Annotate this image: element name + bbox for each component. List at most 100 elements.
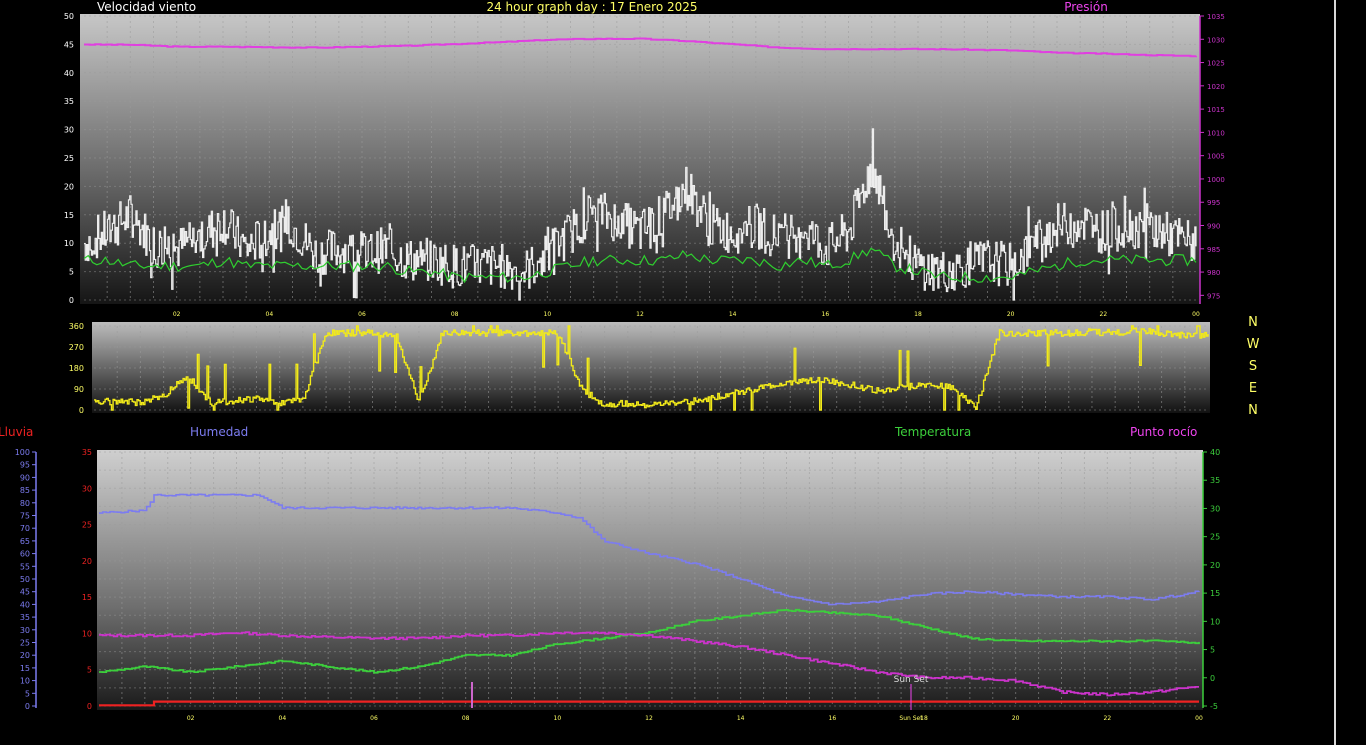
wind-tick-label: 35: [64, 97, 74, 106]
compass-label: N: [1248, 403, 1258, 418]
time-tick-label: 16: [829, 715, 837, 722]
time-tick-label: 14: [729, 311, 737, 318]
humidity-tick-label: 75: [20, 512, 30, 521]
humidity-tick-label: 80: [20, 499, 30, 508]
compass-label: W: [1247, 337, 1260, 352]
compass-labels: N W S E N: [1247, 315, 1260, 418]
pressure-title: Presión: [1064, 0, 1108, 14]
temperature-tick-label: -5: [1210, 702, 1218, 711]
pressure-tick-label: 975: [1207, 292, 1220, 300]
time-tick-label: 14: [737, 715, 745, 722]
time-tick-label: 04: [279, 715, 287, 722]
humidity-tick-label: 20: [20, 651, 30, 660]
temperature-tick-label: 0: [1210, 674, 1215, 683]
time-tick-label: 08: [462, 715, 470, 722]
wind-title: Velocidad viento: [97, 0, 196, 14]
rain-tick-label: 25: [82, 521, 92, 530]
time-tick-label: 02: [187, 715, 195, 722]
temp-panel-background: [97, 450, 1203, 710]
pressure-tick-label: 1010: [1207, 129, 1225, 137]
time-tick-label: 06: [370, 715, 378, 722]
wind-tick-label: 5: [69, 268, 74, 277]
pressure-tick-label: 1035: [1207, 13, 1225, 21]
temperature-legend: Temperatura: [894, 425, 971, 439]
wind-tick-label: 45: [64, 40, 74, 49]
humidity-tick-label: 55: [20, 562, 30, 571]
pressure-tick-label: 1025: [1207, 60, 1225, 68]
pressure-tick-label: 995: [1207, 199, 1220, 207]
wind-left-axis: 0 5 10 15 20 25 30 35 40 45 50: [64, 12, 74, 305]
direction-tick-label: 270: [69, 343, 84, 352]
pressure-tick-label: 1000: [1207, 176, 1225, 184]
humidity-tick-label: 50: [20, 575, 30, 584]
humidity-tick-label: 65: [20, 537, 30, 546]
time-tick-label: 04: [266, 311, 274, 318]
humidity-tick-label: 90: [20, 473, 30, 482]
time-tick-label: 20: [1007, 311, 1015, 318]
direction-tick-label: 180: [69, 364, 84, 373]
humidity-tick-label: 95: [20, 461, 30, 470]
time-tick-label: 16: [822, 311, 830, 318]
rain-tick-label: 10: [82, 629, 92, 638]
rain-tick-label: 15: [82, 593, 92, 602]
time-tick-label: 02: [173, 311, 181, 318]
time-tick-label: 20: [1012, 715, 1020, 722]
wind-tick-label: 15: [64, 211, 74, 220]
direction-axis: 0 90 180 270 360: [69, 322, 84, 415]
wind-tick-label: 20: [64, 182, 74, 191]
pressure-tick-label: 1030: [1207, 36, 1225, 44]
time-tick-label: 22: [1104, 715, 1112, 722]
pressure-tick-label: 985: [1207, 246, 1220, 254]
wind-tick-label: 30: [64, 126, 74, 135]
rain-tick-label: 35: [82, 448, 92, 457]
time-tick-label: 00: [1195, 715, 1203, 722]
sunset-label: Sun Set: [894, 675, 929, 685]
wind-x-axis: 02 04 06 08 10 12 14 16 18 20 22 00: [173, 311, 1200, 318]
wind-tick-label: 10: [64, 239, 74, 248]
dewpoint-legend: Punto rocío: [1130, 425, 1197, 439]
humidity-legend: Humedad: [190, 425, 248, 439]
temperature-tick-label: 5: [1210, 646, 1215, 655]
time-tick-label: 10: [554, 715, 562, 722]
pressure-tick-label: 1015: [1207, 106, 1225, 114]
temperature-tick-label: 10: [1210, 617, 1220, 626]
time-tick-label: 22: [1100, 311, 1108, 318]
rain-tick-label: 30: [82, 484, 92, 493]
humidity-tick-label: 0: [25, 702, 30, 711]
temperature-tick-label: 20: [1210, 561, 1220, 570]
wind-tick-label: 40: [64, 69, 74, 78]
temperature-tick-label: 15: [1210, 589, 1220, 598]
rain-legend: Lluvia: [0, 425, 33, 439]
direction-tick-label: 90: [74, 385, 84, 394]
pressure-tick-label: 980: [1207, 269, 1220, 277]
time-tick-label: 08: [451, 311, 459, 318]
humidity-tick-label: 60: [20, 550, 30, 559]
humidity-tick-label: 25: [20, 639, 30, 648]
temperature-tick-label: 40: [1210, 448, 1220, 457]
direction-tick-label: 0: [79, 406, 84, 415]
temperature-tick-label: 25: [1210, 533, 1220, 542]
humidity-tick-label: 10: [20, 677, 30, 686]
pressure-tick-label: 1020: [1207, 83, 1225, 91]
compass-label: E: [1249, 381, 1257, 396]
direction-tick-label: 360: [69, 322, 84, 331]
humidity-tick-label: 15: [20, 664, 30, 673]
time-tick-label: 10: [544, 311, 552, 318]
humidity-tick-label: 5: [25, 689, 30, 698]
rain-tick-label: 5: [87, 666, 92, 675]
time-tick-label: 00: [1192, 311, 1200, 318]
compass-label: N: [1248, 315, 1258, 330]
time-tick-label: 12: [645, 715, 653, 722]
rain-tick-label: 20: [82, 557, 92, 566]
wind-tick-label: 50: [64, 12, 74, 21]
pressure-right-axis: 975 980 985 990 995 1000 1005 1010 1015 1020 1025 1…: [1199, 13, 1225, 304]
time-tick-label: 06: [358, 311, 366, 318]
humidity-tick-label: 100: [15, 448, 30, 457]
rain-tick-label: 0: [87, 702, 92, 711]
humidity-tick-label: 70: [20, 524, 30, 533]
humidity-outer-axis: 0 5 10 15 20 25 30 35 40 45 50 55 60 65 70 75 80 85 90 95 10…: [15, 448, 37, 711]
temperature-tick-label: 30: [1210, 504, 1220, 513]
temperature-right-axis: -5 0 5 10 15 20 25 30 35 40: [1202, 448, 1220, 711]
sunset-tick-label: Sun Set: [899, 715, 923, 722]
time-tick-label: 18: [914, 311, 922, 318]
